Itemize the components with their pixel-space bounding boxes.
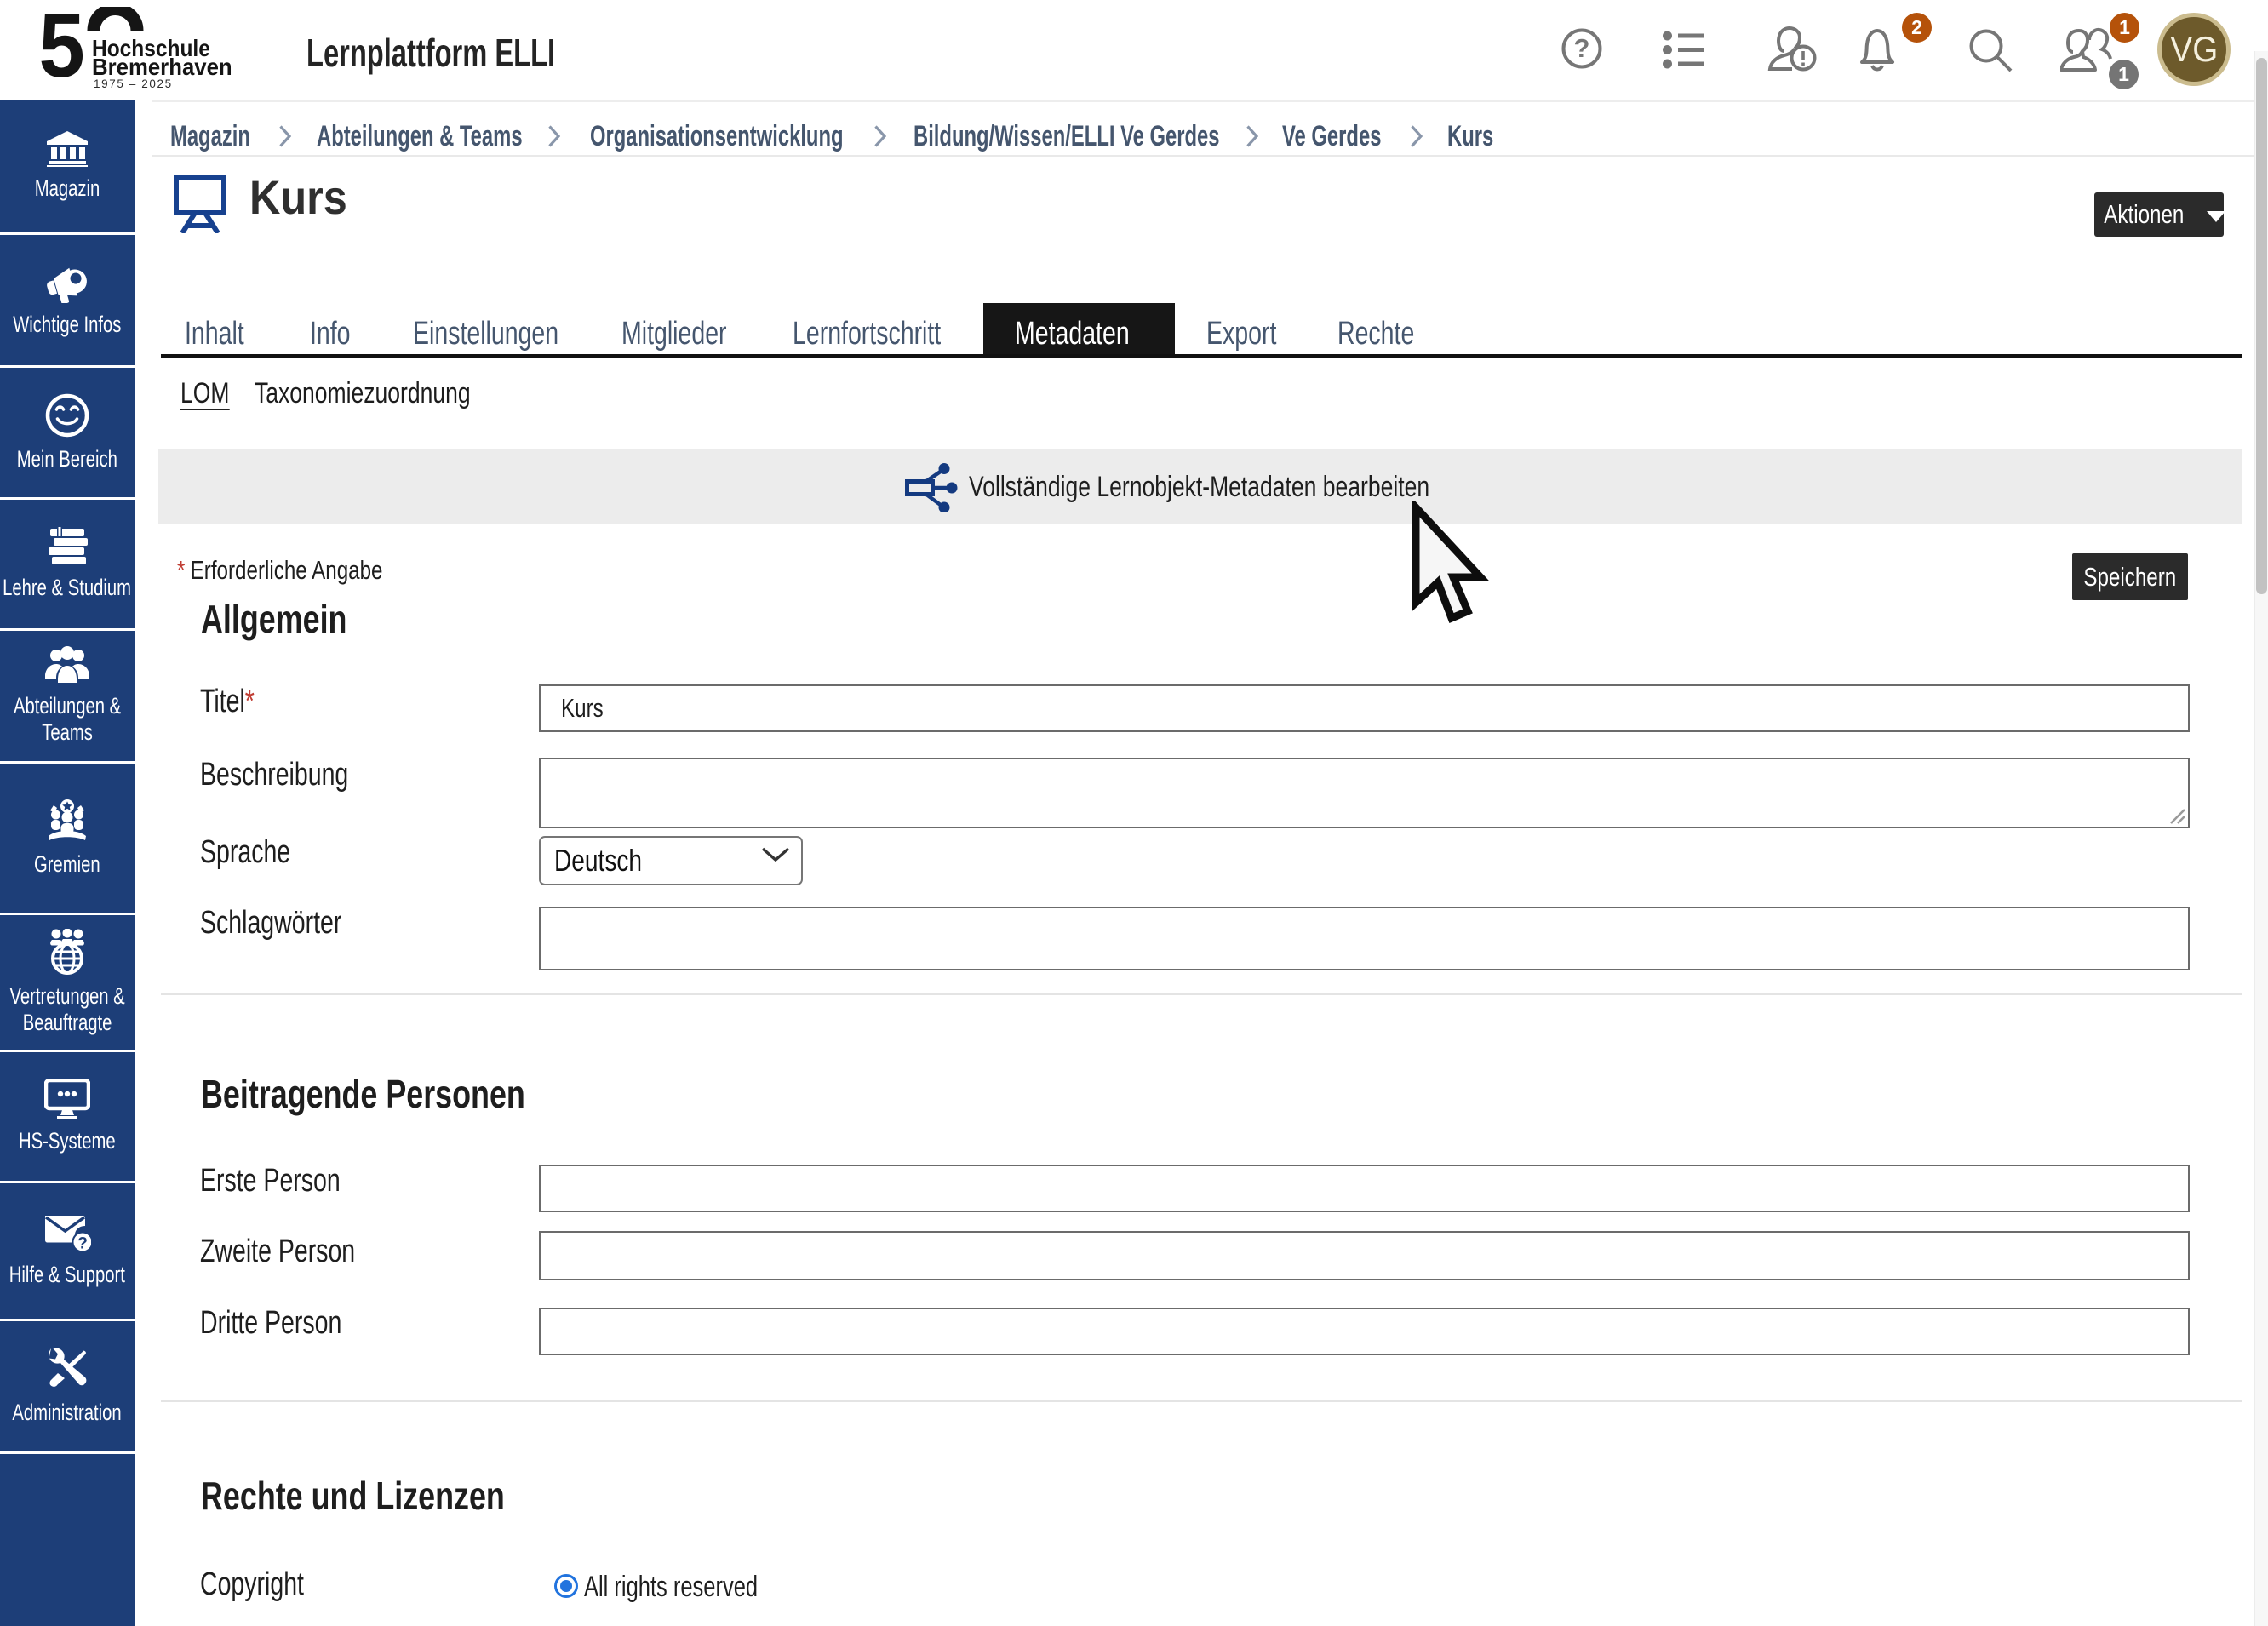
svg-text:?: ? <box>1574 33 1590 63</box>
svg-text:5: 5 <box>39 7 85 95</box>
svg-text:?: ? <box>77 1235 88 1253</box>
